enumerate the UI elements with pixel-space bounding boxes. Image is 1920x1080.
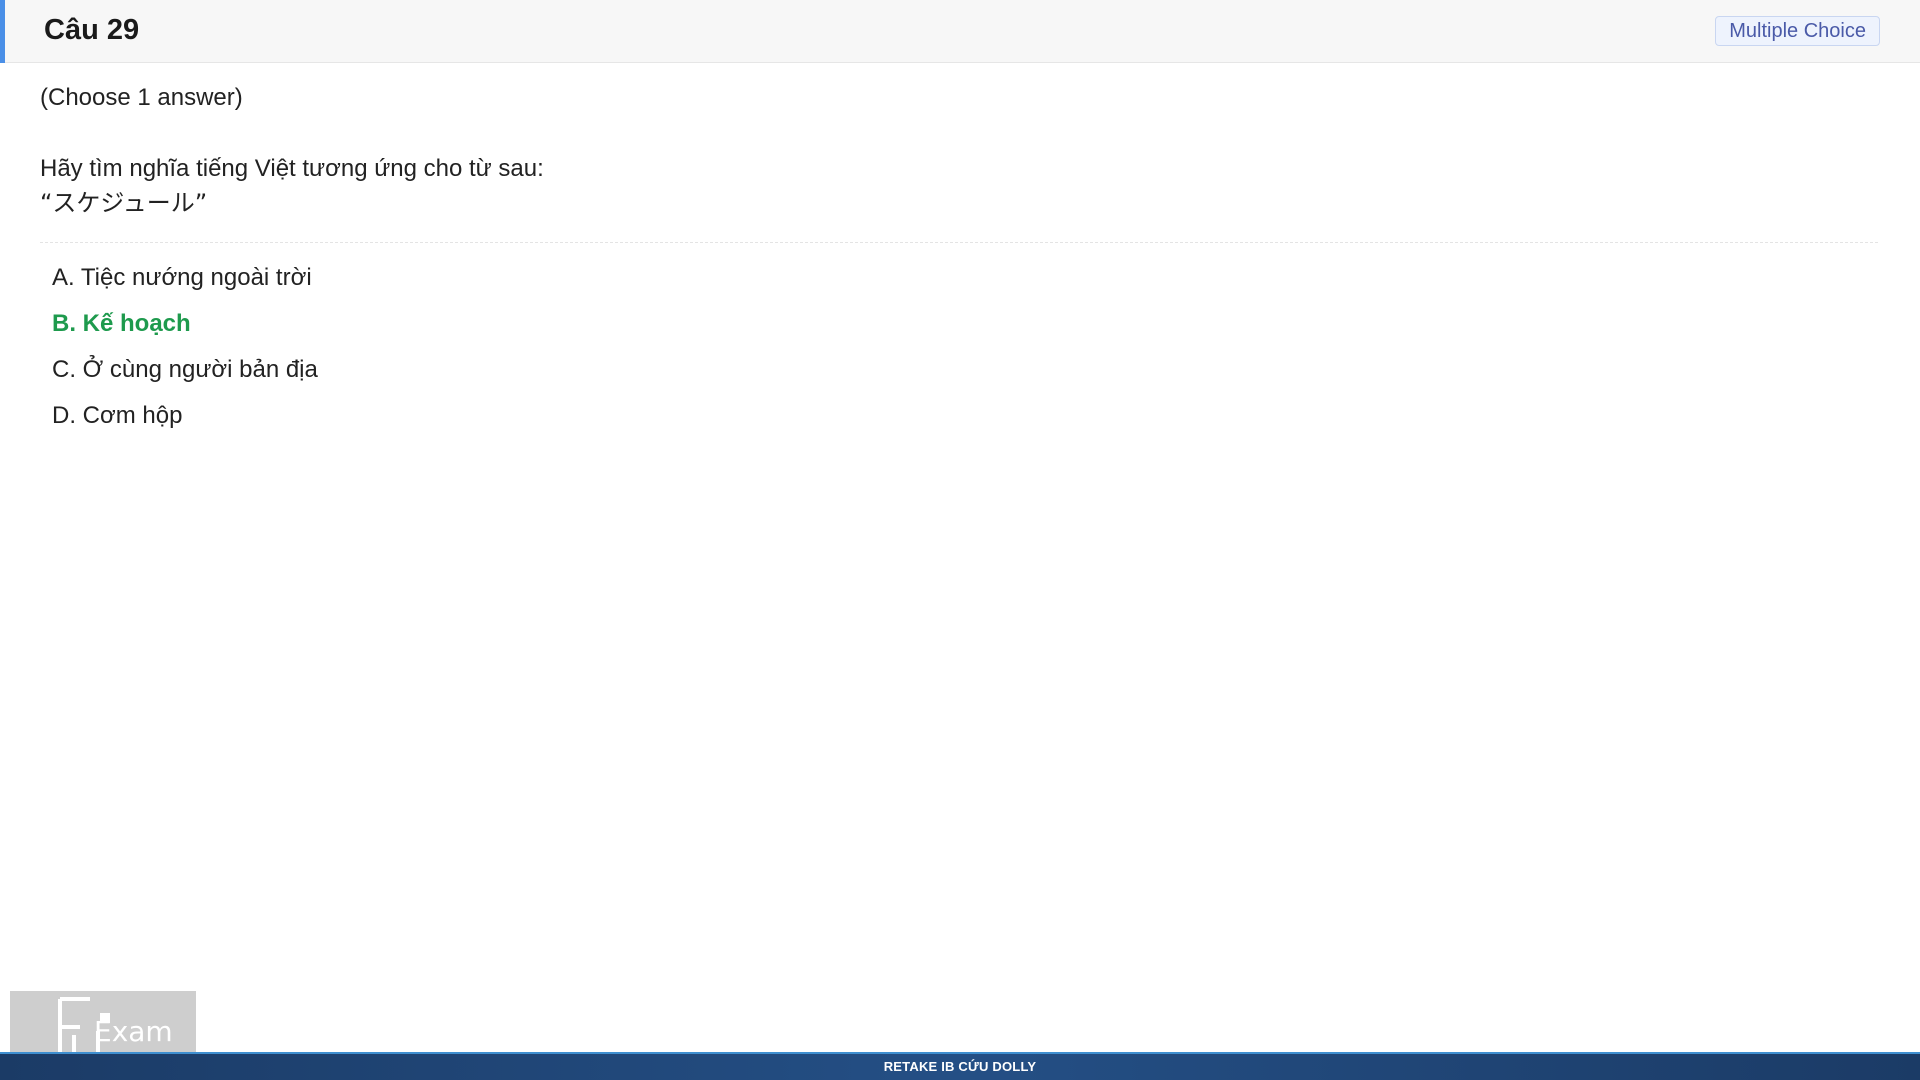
logo-text: Exam <box>94 1015 173 1048</box>
exam-question-page: Câu 29 Multiple Choice (Choose 1 answer)… <box>0 0 1920 1080</box>
header-accent-bar <box>0 0 5 63</box>
question-type-badge: Multiple Choice <box>1715 16 1880 46</box>
option-c[interactable]: C. Ở cùng người bản địa <box>52 347 1878 393</box>
option-d[interactable]: D. Cơm hộp <box>52 393 1878 439</box>
question-title: Câu 29 <box>44 14 140 46</box>
answer-instruction: (Choose 1 answer) <box>40 84 243 111</box>
question-header: Câu 29 Multiple Choice <box>0 0 1920 63</box>
question-prompt: Hãy tìm nghĩa tiếng Việt tương ứng cho t… <box>40 155 544 182</box>
footer-text: RETAKE IB CỨU DOLLY <box>883 1059 1037 1074</box>
question-word: “スケジュール” <box>40 189 208 217</box>
answer-options: A. Tiệc nướng ngoài trời B. Kế hoạch C. … <box>40 255 1878 439</box>
option-b-correct[interactable]: B. Kế hoạch <box>52 301 1878 347</box>
footer-bar: RETAKE IB CỨU DOLLY <box>0 1052 1920 1080</box>
option-a[interactable]: A. Tiệc nướng ngoài trời <box>52 255 1878 301</box>
options-divider <box>40 242 1878 243</box>
question-content: (Choose 1 answer) Hãy tìm nghĩa tiếng Vi… <box>40 80 1878 439</box>
